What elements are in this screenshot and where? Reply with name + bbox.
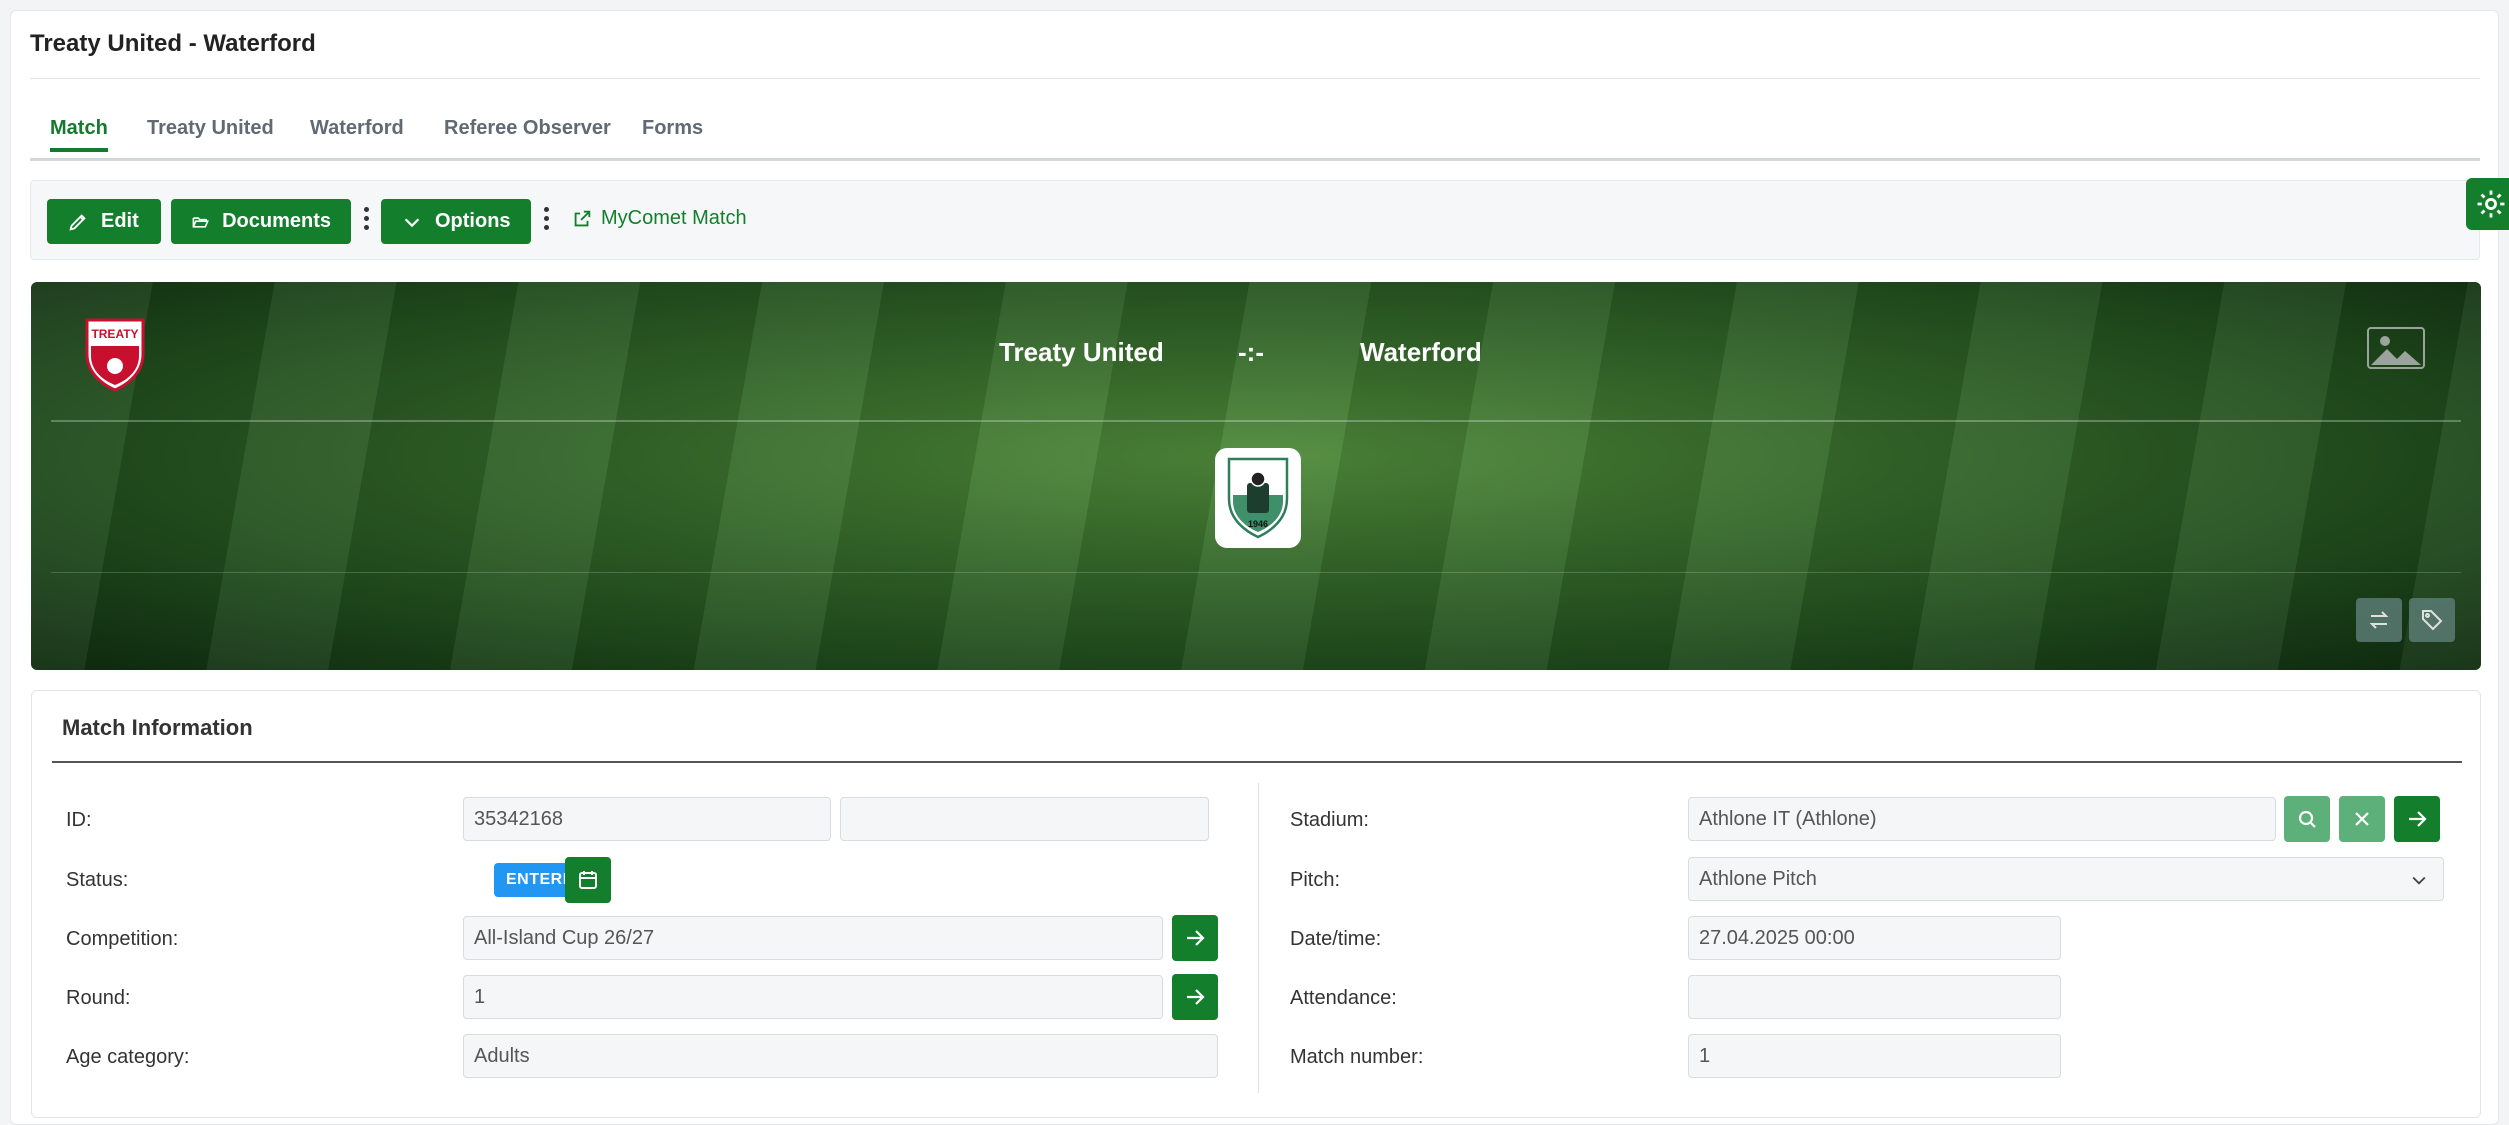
mycomet-match-link[interactable]: MyComet Match	[571, 207, 747, 230]
chevron-down-icon	[404, 217, 420, 227]
options-more-menu[interactable]	[541, 203, 551, 237]
tab-bar: Match Treaty United Waterford Referee Ob…	[30, 112, 2480, 160]
stadium-search-button[interactable]	[2284, 796, 2330, 842]
gear-icon	[2477, 190, 2505, 218]
stadium-label: Stadium:	[1290, 809, 1369, 831]
match-information-title: Match Information	[62, 715, 253, 740]
documents-more-menu[interactable]	[361, 203, 371, 237]
tab-waterford[interactable]: Waterford	[310, 112, 404, 160]
datetime-label: Date/time:	[1290, 928, 1382, 950]
mycomet-match-label: MyComet Match	[601, 207, 747, 229]
documents-button[interactable]: Documents	[171, 199, 351, 244]
stadium-field[interactable]: Athlone IT (Athlone)	[1688, 797, 2276, 841]
page-title: Treaty United - Waterford	[30, 30, 316, 57]
competition-badge: 1946	[1215, 448, 1301, 548]
tag-button[interactable]	[2409, 598, 2455, 642]
pencil-icon	[69, 213, 86, 231]
home-team-logo: TREATY	[81, 316, 149, 392]
competition-go-button[interactable]	[1172, 915, 1218, 961]
match-number-field[interactable]: 1	[1688, 1034, 2061, 1078]
match-information-panel: Match Information ID: 35342168 Status: E…	[31, 690, 2481, 1118]
edit-button[interactable]: Edit	[47, 199, 161, 244]
id-secondary-field[interactable]	[840, 797, 1209, 841]
tab-referee-observer[interactable]: Referee Observer	[444, 112, 611, 160]
match-score: -:-	[1238, 337, 1264, 367]
match-information-divider	[52, 761, 2462, 763]
settings-toggle[interactable]	[2466, 178, 2509, 230]
arrow-right-icon	[1187, 930, 1205, 946]
pitch-line-bottom	[51, 572, 2461, 573]
tab-forms[interactable]: Forms	[642, 112, 703, 160]
chevron-down-icon	[2412, 876, 2426, 885]
pitch-select[interactable]: Athlone Pitch	[1688, 857, 2444, 901]
edit-button-label: Edit	[101, 210, 139, 232]
attendance-field[interactable]	[1688, 975, 2061, 1019]
id-label: ID:	[66, 809, 92, 831]
title-divider	[30, 78, 2480, 79]
folder-open-icon	[192, 216, 209, 228]
swap-teams-button[interactable]	[2356, 598, 2402, 642]
round-go-button[interactable]	[1172, 974, 1218, 1020]
pitch-line-top	[51, 420, 2461, 422]
calendar-icon	[579, 871, 597, 889]
image-placeholder-icon[interactable]	[2367, 327, 2425, 369]
column-divider	[1258, 783, 1259, 1093]
pitch-select-value: Athlone Pitch	[1699, 868, 1817, 890]
id-field[interactable]: 35342168	[463, 797, 831, 841]
round-label: Round:	[66, 987, 131, 1009]
documents-button-label: Documents	[222, 210, 331, 232]
search-icon	[2298, 810, 2316, 828]
stadium-go-button[interactable]	[2394, 796, 2440, 842]
away-team-name: Waterford	[1360, 337, 1482, 367]
pitch-label: Pitch:	[1290, 869, 1341, 891]
action-toolbar: Edit Documents Options MyComet Match	[30, 180, 2480, 260]
age-category-label: Age category:	[66, 1046, 190, 1068]
competition-field[interactable]: All-Island Cup 26/27	[463, 916, 1163, 960]
tab-treaty-united[interactable]: Treaty United	[147, 112, 274, 160]
tab-match[interactable]: Match	[50, 112, 108, 160]
home-team-name: Treaty United	[999, 337, 1164, 367]
svg-text:TREATY: TREATY	[91, 327, 138, 341]
stadium-clear-button[interactable]	[2339, 796, 2385, 842]
options-button-label: Options	[435, 210, 511, 232]
status-calendar-button[interactable]	[565, 857, 611, 903]
status-label: Status:	[66, 869, 129, 891]
round-field[interactable]: 1	[463, 975, 1163, 1019]
match-banner: TREATY Treaty United -:- Waterford 1946	[31, 282, 2481, 670]
close-icon	[2355, 812, 2369, 826]
options-button[interactable]: Options	[381, 199, 531, 244]
tag-icon	[2422, 610, 2443, 631]
attendance-label: Attendance:	[1290, 987, 1397, 1009]
datetime-field[interactable]: 27.04.2025 00:00	[1688, 916, 2061, 960]
match-number-label: Match number:	[1290, 1046, 1424, 1068]
tabs-divider	[30, 158, 2480, 161]
external-link-icon	[574, 210, 591, 226]
competition-label: Competition:	[66, 928, 179, 950]
arrow-right-icon	[2409, 811, 2427, 827]
svg-text:1946: 1946	[1248, 519, 1268, 529]
swap-arrows-icon	[2369, 611, 2389, 629]
age-category-field[interactable]: Adults	[463, 1034, 1218, 1078]
arrow-right-icon	[1187, 989, 1205, 1005]
